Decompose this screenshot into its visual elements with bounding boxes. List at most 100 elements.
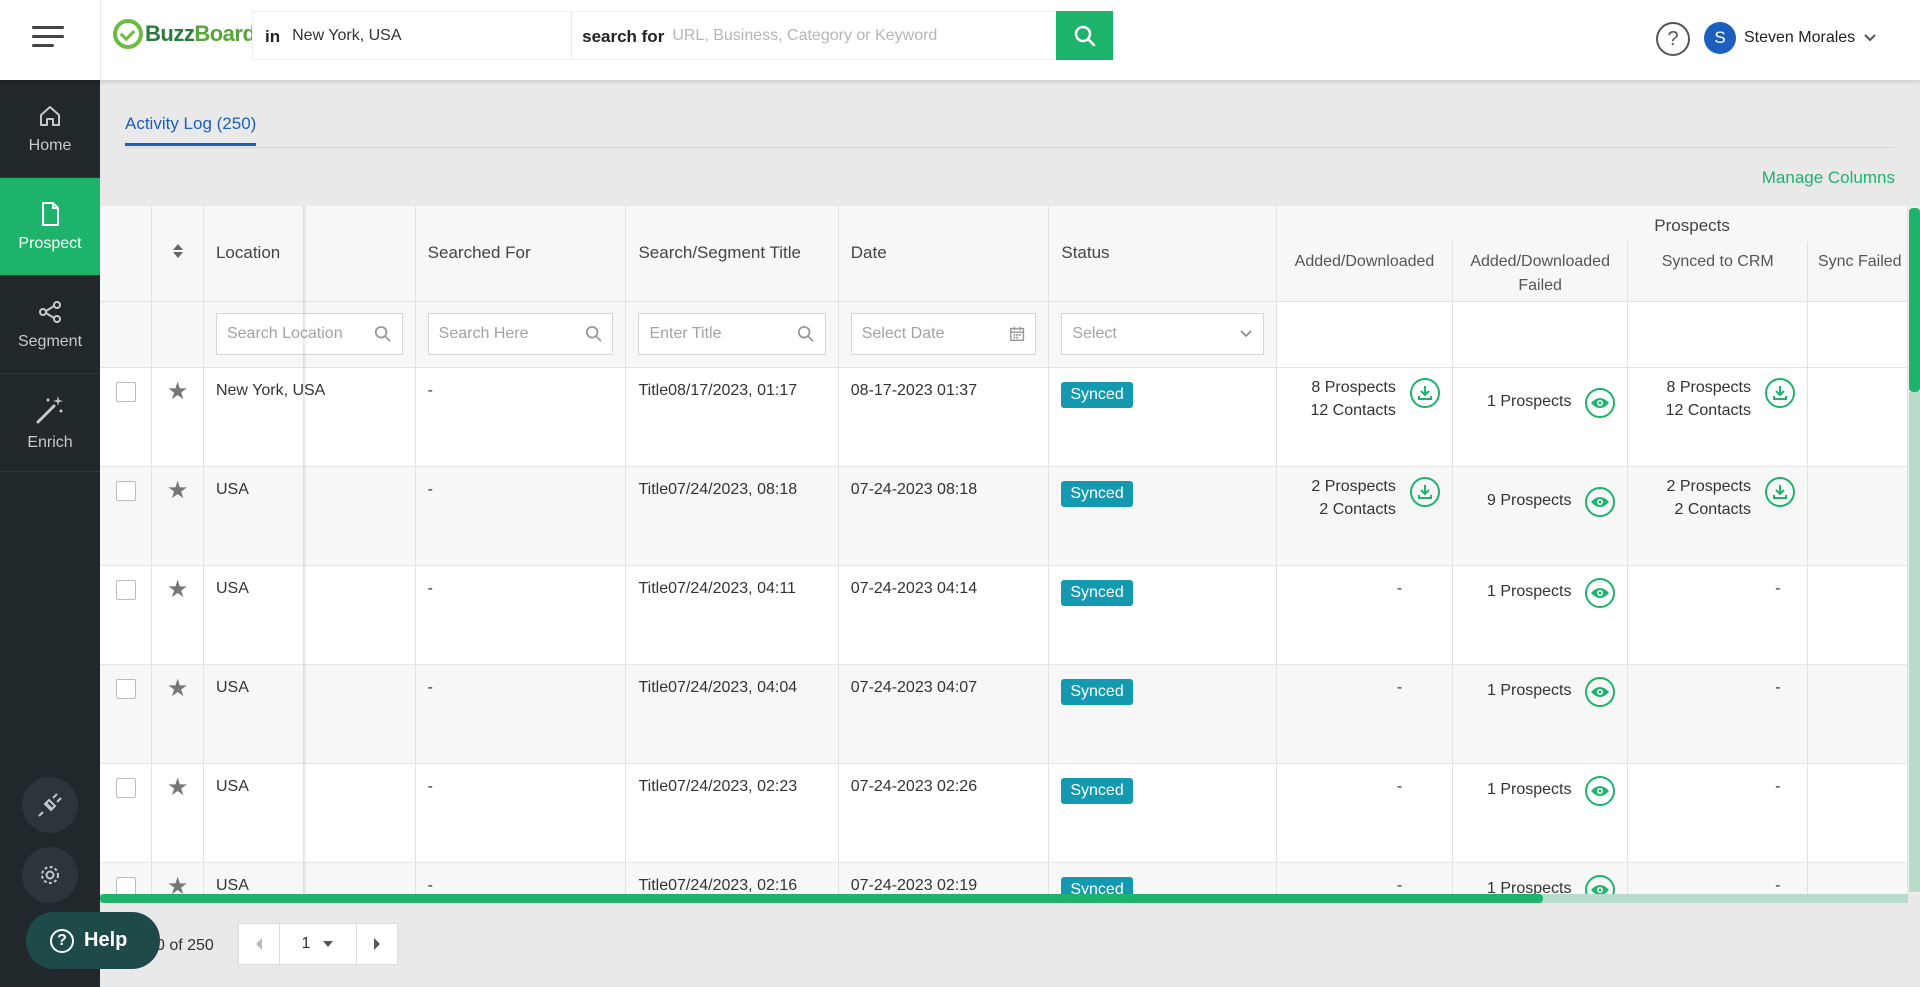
home-icon <box>40 105 60 126</box>
cell-date: 07-24-2023 02:26 <box>838 763 1050 863</box>
cell-searched-for: - <box>415 367 627 467</box>
cell-added: - <box>1276 565 1453 665</box>
help-button[interactable]: ? Help <box>26 912 160 969</box>
sidebar-item-home[interactable]: Home <box>0 80 100 178</box>
cell-searched-for: - <box>415 466 627 566</box>
view-failed-button[interactable] <box>1585 577 1616 608</box>
view-failed-button[interactable] <box>1585 676 1616 707</box>
manage-columns-link[interactable]: Manage Columns <box>1762 168 1895 188</box>
cell-title: Title07/24/2023, 04:11 <box>625 565 839 665</box>
row-checkbox[interactable] <box>115 777 136 798</box>
row-checkbox[interactable] <box>115 381 136 402</box>
sort-header[interactable] <box>151 206 204 301</box>
integrations-button[interactable] <box>22 777 78 833</box>
date-filter-input[interactable] <box>861 325 1010 343</box>
eye-icon <box>1591 686 1610 697</box>
help-button-label: Help <box>84 929 128 951</box>
star-icon[interactable]: ★ <box>152 775 203 799</box>
location-filter-input[interactable] <box>226 325 374 343</box>
failed-prospects: 1 Prospects <box>1487 781 1572 798</box>
tab-activity-log[interactable]: Activity Log (250) <box>125 114 257 146</box>
cell-searched-for: - <box>415 664 627 764</box>
prev-page-button[interactable] <box>239 924 279 964</box>
cell-searched-for: - <box>415 763 627 863</box>
view-failed-button[interactable] <box>1585 874 1616 894</box>
column-header-sync-failed: Sync Failed <box>1807 242 1908 301</box>
star-icon[interactable]: ★ <box>152 676 203 700</box>
sidebar-item-segment[interactable]: Segment <box>0 276 100 374</box>
cell-title: Title08/17/2023, 01:17 <box>625 367 839 467</box>
row-checkbox[interactable] <box>115 876 136 894</box>
buzzboard-logo[interactable]: BuzzBoard <box>113 16 256 52</box>
divider <box>100 0 101 80</box>
column-header-title: Search/Segment Title <box>625 206 839 301</box>
download-button[interactable] <box>1764 377 1795 408</box>
vertical-scrollbar-thumb[interactable] <box>1909 208 1920 392</box>
download-button[interactable] <box>1409 476 1440 507</box>
settings-button[interactable] <box>22 847 78 903</box>
page-select[interactable]: 1 <box>279 924 357 964</box>
status-badge: Synced <box>1061 381 1133 408</box>
search-input[interactable] <box>672 12 1056 59</box>
cell-title: Title07/24/2023, 04:04 <box>625 664 839 764</box>
failed-prospects: 1 Prospects <box>1487 583 1572 600</box>
status-badge: Synced <box>1061 678 1133 705</box>
download-icon <box>1772 385 1787 400</box>
search-for-label: search for <box>582 27 665 46</box>
view-failed-button[interactable] <box>1585 387 1616 418</box>
row-checkbox[interactable] <box>115 480 136 501</box>
cell-date: 07-24-2023 08:18 <box>838 466 1050 566</box>
hamburger-menu-icon[interactable] <box>32 26 66 50</box>
magic-wand-icon <box>36 395 63 423</box>
star-icon[interactable]: ★ <box>152 379 203 403</box>
eye-icon <box>1591 785 1610 796</box>
segment-icon <box>39 300 61 323</box>
table-row: ★ USA - Title07/24/2023, 02:16 07-24-2023 02… <box>100 862 1908 894</box>
horizontal-scrollbar-thumb[interactable] <box>100 894 1543 903</box>
title-filter <box>638 313 826 355</box>
date-filter[interactable] <box>850 313 1037 355</box>
pagination-info: 0 of 250 <box>156 937 214 954</box>
title-filter-input[interactable] <box>649 325 797 343</box>
eye-icon <box>1591 587 1610 598</box>
user-menu[interactable]: S Steven Morales <box>1704 22 1877 54</box>
cell-synced-crm: - <box>1627 565 1808 665</box>
search-button[interactable] <box>1056 11 1113 60</box>
status-filter[interactable]: Select <box>1061 313 1265 355</box>
cell-added: - <box>1276 862 1453 894</box>
eye-icon <box>1591 496 1610 507</box>
sidebar-item-enrich[interactable]: Enrich <box>0 374 100 472</box>
in-label: in <box>265 27 281 46</box>
location-input[interactable] <box>292 12 573 59</box>
tabs-divider <box>125 147 1895 148</box>
row-checkbox[interactable] <box>115 579 136 600</box>
calendar-icon <box>1010 326 1025 342</box>
sidebar-item-label: Enrich <box>27 433 73 451</box>
row-checkbox[interactable] <box>115 678 136 699</box>
status-badge: Synced <box>1061 579 1133 606</box>
cell-synced-crm: - <box>1627 763 1808 863</box>
search-bar: in search for <box>252 11 1114 60</box>
download-button[interactable] <box>1764 476 1795 507</box>
next-page-button[interactable] <box>357 924 397 964</box>
star-icon[interactable]: ★ <box>152 874 203 894</box>
sidebar-item-prospect[interactable]: Prospect <box>0 178 100 276</box>
column-header-location: Location <box>203 206 416 301</box>
searched-filter-input[interactable] <box>438 325 585 343</box>
cell-location: USA <box>203 466 416 566</box>
chevron-down-icon <box>1864 34 1876 42</box>
failed-prospects: 1 Prospects <box>1487 880 1572 894</box>
view-failed-button[interactable] <box>1585 486 1616 517</box>
star-icon[interactable]: ★ <box>152 577 203 601</box>
select-all-header <box>100 206 153 301</box>
cell-date: 07-24-2023 04:14 <box>838 565 1050 665</box>
help-icon[interactable]: ? <box>1656 22 1690 56</box>
download-button[interactable] <box>1409 377 1440 408</box>
view-failed-button[interactable] <box>1585 775 1616 806</box>
main-content: Activity Log (250) Manage Columns Locati… <box>100 80 1920 987</box>
star-icon[interactable]: ★ <box>152 478 203 502</box>
eye-icon <box>1591 397 1610 408</box>
search-icon <box>1074 25 1095 46</box>
cell-searched-for: - <box>415 862 627 894</box>
filter-row: Select <box>100 300 1908 368</box>
